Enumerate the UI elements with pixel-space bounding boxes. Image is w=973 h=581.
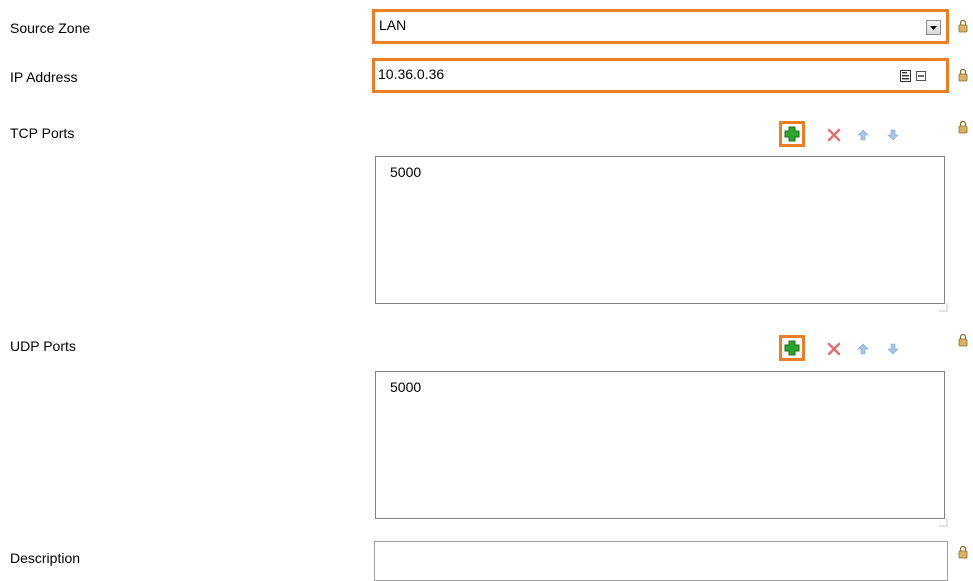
chevron-down-icon[interactable] — [926, 20, 941, 35]
add-icon — [784, 126, 800, 142]
add-icon — [784, 340, 800, 356]
tcp-remove-button[interactable] — [822, 122, 848, 148]
source-zone-select[interactable]: LAN — [372, 9, 949, 44]
resize-grip-icon[interactable] — [938, 517, 948, 527]
arrow-up-icon — [857, 129, 869, 141]
tcp-ports-label: TCP Ports — [10, 125, 75, 141]
remove-icon — [827, 342, 841, 356]
arrow-down-icon — [887, 129, 899, 141]
lock-icon[interactable] — [958, 120, 968, 134]
source-zone-value: LAN — [379, 17, 407, 33]
udp-ports-list[interactable]: 5000 — [375, 371, 945, 519]
ip-address-label: IP Address — [10, 69, 78, 85]
clear-icon[interactable] — [916, 71, 926, 81]
arrow-down-icon — [887, 343, 899, 355]
lock-icon[interactable] — [958, 545, 968, 559]
ip-address-field[interactable]: 10.36.0.36 — [372, 58, 949, 93]
list-picker-icon[interactable] — [900, 70, 911, 82]
source-zone-label: Source Zone — [10, 20, 91, 36]
tcp-ports-list[interactable]: 5000 — [375, 156, 945, 304]
description-field[interactable] — [374, 541, 948, 581]
resize-grip-icon[interactable] — [938, 302, 948, 312]
udp-move-up-button[interactable] — [850, 336, 876, 362]
udp-remove-button[interactable] — [822, 336, 848, 362]
list-item[interactable]: 5000 — [390, 378, 421, 396]
lock-icon[interactable] — [958, 333, 968, 347]
tcp-move-down-button[interactable] — [880, 122, 906, 148]
udp-ports-label: UDP Ports — [10, 338, 76, 354]
ip-address-value: 10.36.0.36 — [378, 66, 445, 82]
tcp-move-up-button[interactable] — [850, 122, 876, 148]
tcp-add-button[interactable] — [779, 121, 805, 147]
udp-add-button[interactable] — [779, 335, 805, 361]
lock-icon[interactable] — [958, 19, 968, 33]
list-item[interactable]: 5000 — [390, 163, 421, 181]
udp-move-down-button[interactable] — [880, 336, 906, 362]
arrow-up-icon — [857, 343, 869, 355]
lock-icon[interactable] — [958, 68, 968, 82]
remove-icon — [827, 128, 841, 142]
description-label: Description — [10, 550, 81, 566]
